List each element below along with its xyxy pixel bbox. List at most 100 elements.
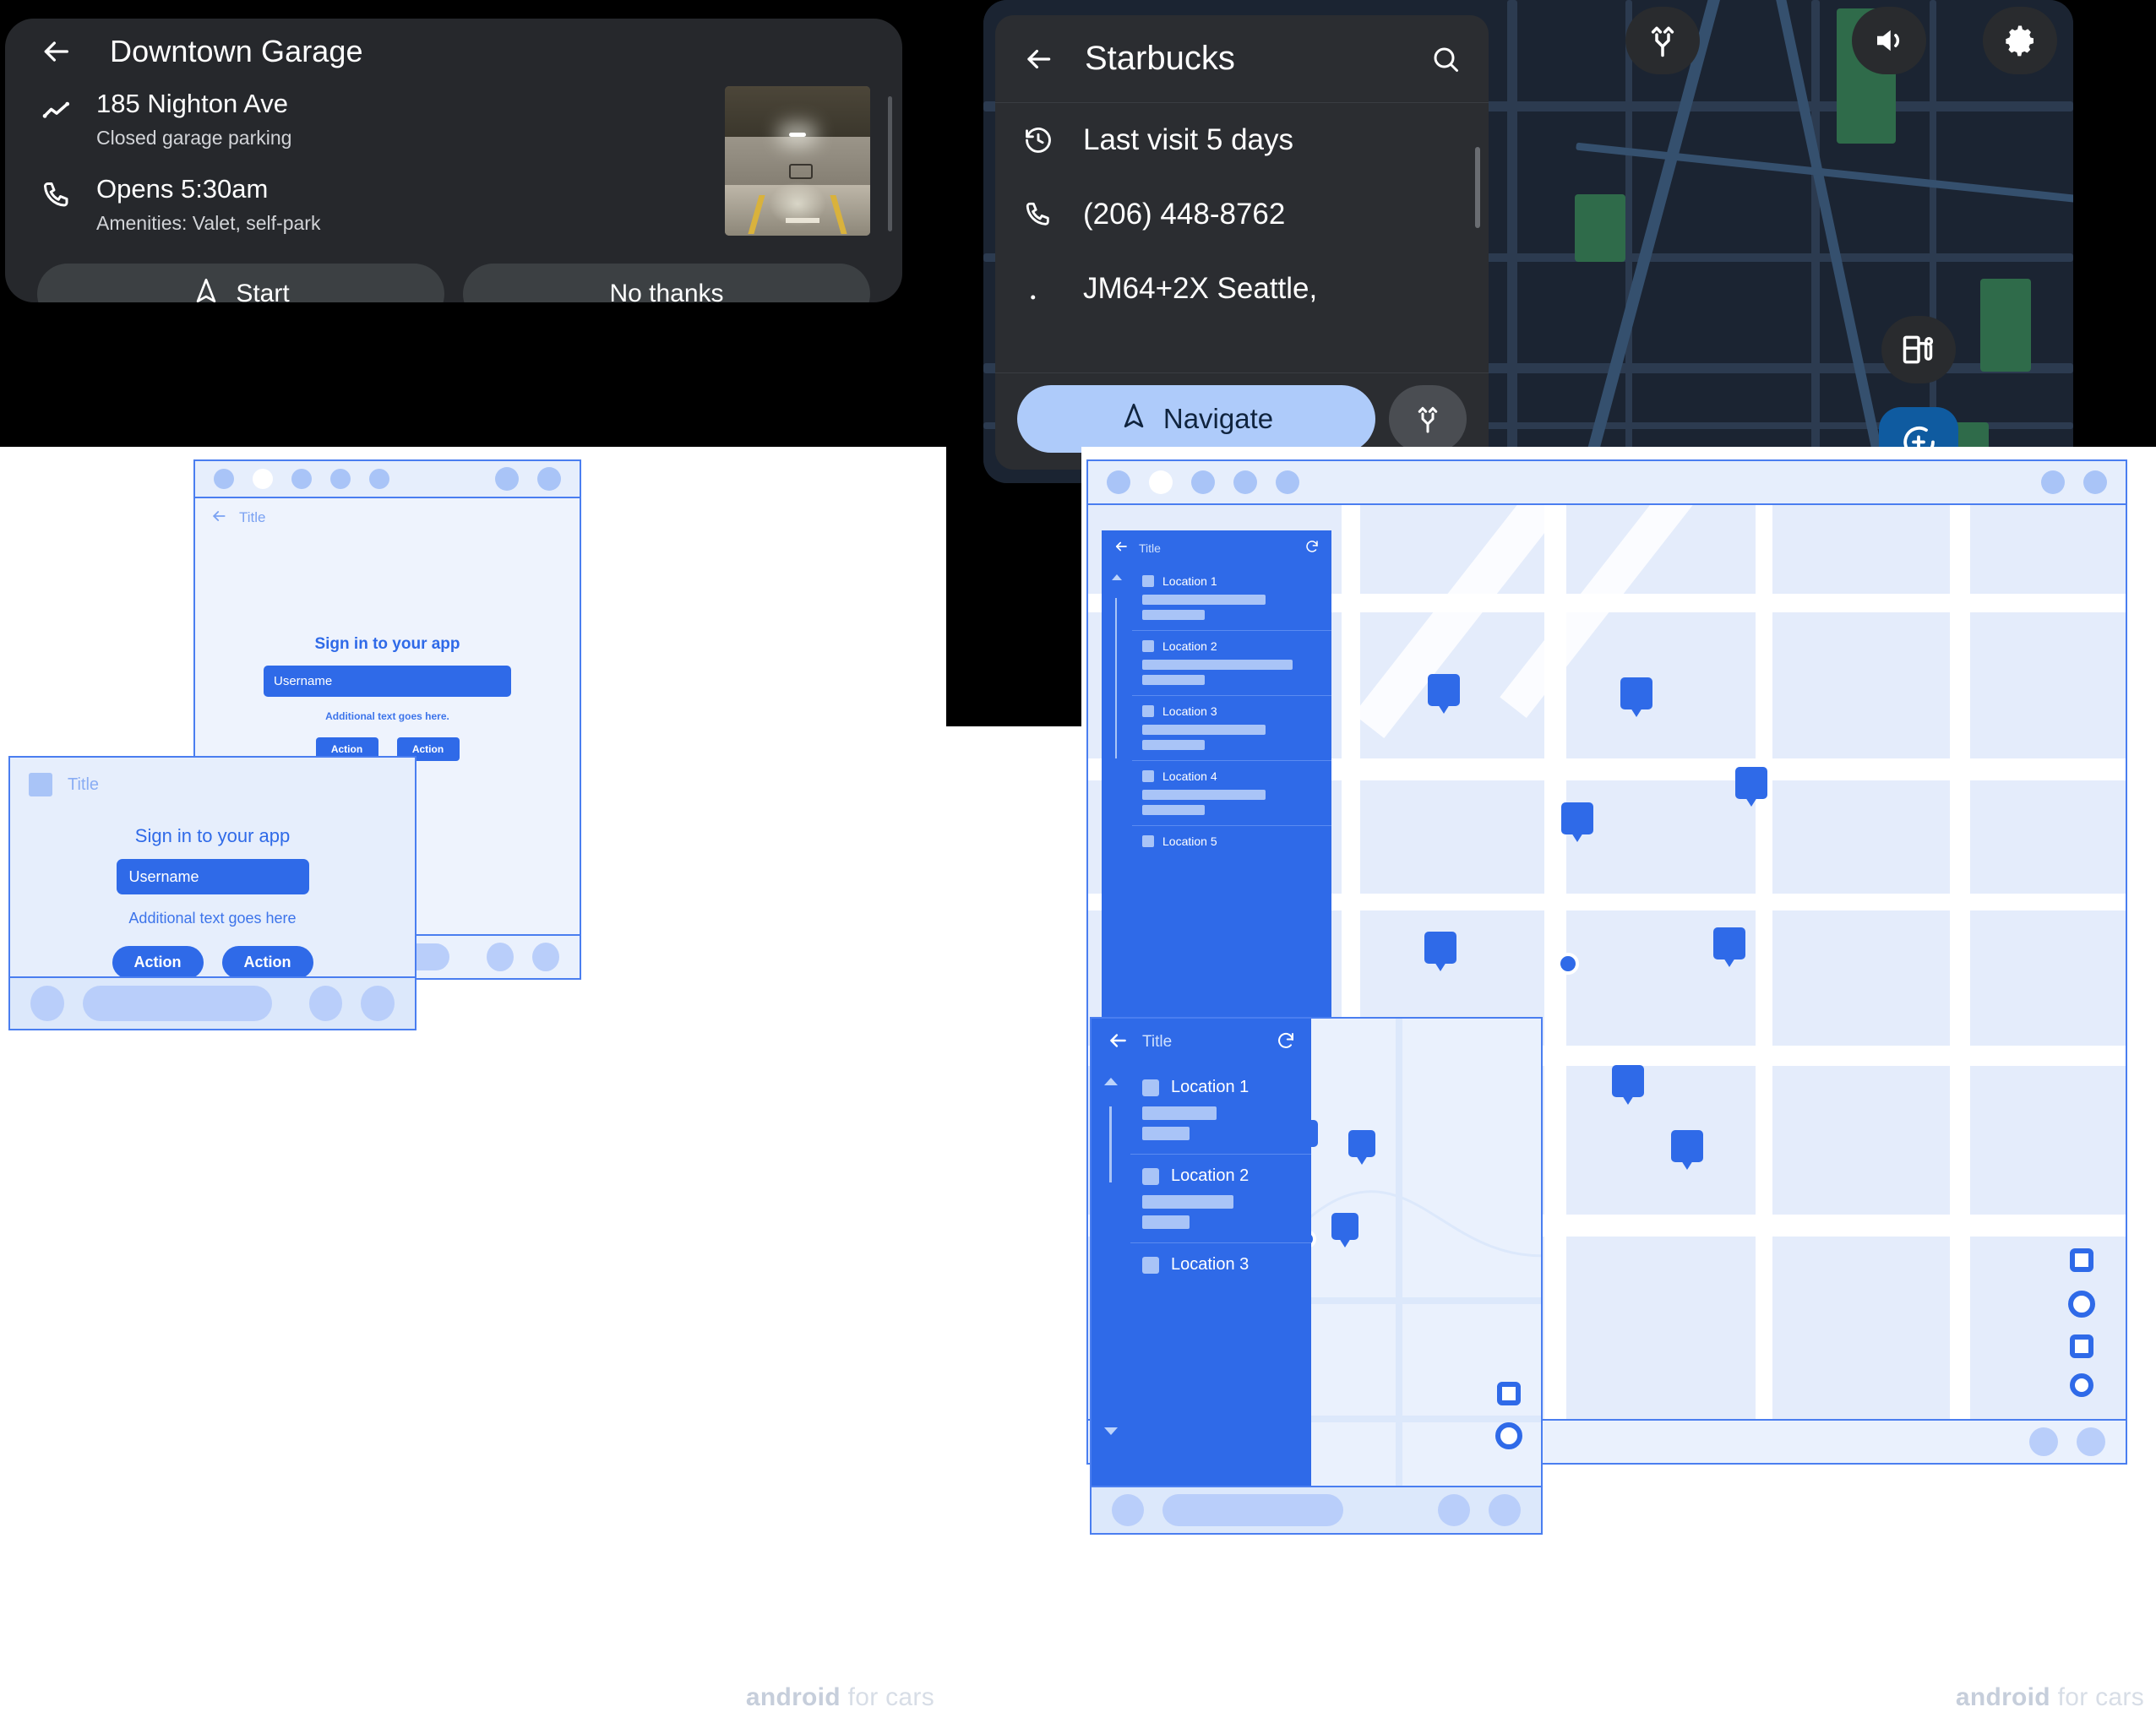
list-item[interactable]: Location 1	[1132, 566, 1331, 630]
map-marker[interactable]	[1620, 677, 1652, 709]
no-thanks-button[interactable]: No thanks	[463, 264, 870, 302]
list-item[interactable]: JM64+2X Seattle,	[1021, 252, 1463, 326]
wireframe-bottombar	[1092, 1486, 1541, 1533]
list-item[interactable]: Location 5	[1132, 825, 1331, 858]
map-marker[interactable]	[1424, 932, 1456, 964]
chrome-dot[interactable]	[1233, 470, 1257, 494]
map-marker[interactable]	[1735, 767, 1767, 799]
action-button-1[interactable]: Action	[112, 946, 204, 979]
username-input[interactable]: Username	[116, 859, 309, 894]
map-marker[interactable]	[1561, 802, 1593, 834]
chrome-dot[interactable]	[495, 467, 519, 491]
chevron-up-icon[interactable]	[1104, 1078, 1118, 1085]
signin-actions: Action Action	[10, 946, 415, 979]
list-item[interactable]: Location 4	[1132, 760, 1331, 825]
chrome-dot[interactable]	[291, 469, 312, 489]
nav-button[interactable]	[30, 986, 64, 1021]
chevron-up-icon[interactable]	[1112, 574, 1122, 580]
chrome-dot[interactable]	[1276, 470, 1299, 494]
pin-icon	[1021, 276, 1056, 302]
nav-button[interactable]	[361, 986, 395, 1021]
list-item[interactable]: (206) 448-8762	[1021, 177, 1463, 252]
wireframe-appbar: Title	[195, 498, 580, 537]
chrome-dot[interactable]	[2041, 470, 2065, 494]
location-label: Location 3	[1162, 704, 1217, 718]
locations-list: Title Location 1	[1102, 530, 1331, 1046]
nav-pill[interactable]	[1162, 1494, 1343, 1526]
map-control-circle[interactable]	[2070, 1373, 2093, 1397]
nav-button[interactable]	[2077, 1427, 2105, 1456]
search-input[interactable]: Starbucks	[1085, 40, 1428, 78]
chrome-dot[interactable]	[1191, 470, 1215, 494]
scrollbar[interactable]	[888, 96, 892, 231]
list-item[interactable]: Location 1	[1130, 1066, 1311, 1154]
chevron-down-icon[interactable]	[1104, 1427, 1118, 1435]
place-card-header: Downtown Garage	[5, 19, 902, 84]
nav-pill[interactable]	[82, 986, 272, 1021]
chrome-dot[interactable]	[537, 467, 561, 491]
nav-button[interactable]	[2029, 1427, 2058, 1456]
chrome-dot[interactable]	[369, 469, 389, 489]
nav-button[interactable]	[531, 943, 560, 971]
last-visit-label: Last visit 5 days	[1083, 123, 1293, 156]
nav-button[interactable]	[1112, 1494, 1144, 1526]
chrome-dot-active[interactable]	[1149, 470, 1173, 494]
action-button-2[interactable]: Action	[221, 946, 313, 979]
nav-button[interactable]	[308, 986, 343, 1021]
volume-icon[interactable]	[1852, 7, 1926, 74]
map-control-circle[interactable]	[2068, 1291, 2095, 1318]
list-item[interactable]: Last visit 5 days	[1021, 103, 1463, 177]
chrome-dot[interactable]	[330, 469, 351, 489]
list-item[interactable]: Location 2	[1132, 630, 1331, 695]
alt-route-icon[interactable]	[1625, 7, 1700, 74]
search-icon[interactable]	[1428, 44, 1463, 74]
map-marker[interactable]	[1671, 1130, 1703, 1162]
screenshot-root: Downtown Garage 185 Nighton Ave Closed g…	[0, 0, 2156, 1734]
list-item[interactable]: Location 2	[1130, 1154, 1311, 1242]
item-icon	[1142, 1256, 1159, 1274]
list-item[interactable]: Location 3	[1132, 695, 1331, 760]
scrollbar[interactable]	[1475, 147, 1480, 228]
map-control-circle[interactable]	[1495, 1422, 1522, 1449]
history-icon	[1021, 125, 1056, 155]
place-card-actions: Start No thanks	[5, 264, 902, 302]
place-amenities: Amenities: Valet, self-park	[96, 212, 321, 235]
arrow-left-icon[interactable]	[210, 508, 227, 529]
chrome-dot[interactable]	[2083, 470, 2107, 494]
map-control-square[interactable]	[2070, 1248, 2093, 1272]
map-marker[interactable]	[1612, 1065, 1644, 1097]
refresh-icon[interactable]	[1276, 1030, 1296, 1055]
list-item[interactable]: Location 3	[1130, 1242, 1311, 1288]
locations-list: Title Location 1	[1092, 1019, 1311, 1491]
list-title: Title	[1139, 541, 1161, 555]
chrome-dot[interactable]	[1107, 470, 1130, 494]
arrow-left-icon[interactable]	[1021, 43, 1056, 75]
map-control-square[interactable]	[1497, 1382, 1521, 1405]
arrow-left-icon[interactable]	[1113, 539, 1129, 558]
map-control-square[interactable]	[2070, 1334, 2093, 1358]
helper-text: Additional text goes here.	[325, 710, 449, 722]
arrow-left-icon[interactable]	[1107, 1030, 1129, 1056]
gear-icon[interactable]	[1983, 7, 2057, 74]
nav-button[interactable]	[1489, 1494, 1521, 1526]
chrome-dot-active[interactable]	[253, 469, 273, 489]
arrow-left-icon[interactable]	[37, 33, 74, 70]
map-marker[interactable]	[1713, 927, 1745, 959]
search-bar[interactable]: Starbucks	[995, 15, 1489, 103]
alt-route-button[interactable]	[1389, 385, 1467, 453]
start-button[interactable]: Start	[37, 264, 444, 302]
list-scroll-rail[interactable]	[1092, 1066, 1130, 1491]
nav-button[interactable]	[1438, 1494, 1470, 1526]
map-marker[interactable]	[1428, 674, 1460, 706]
navigate-button[interactable]: Navigate	[1017, 385, 1375, 453]
map-marker[interactable]	[1331, 1213, 1358, 1240]
map-marker[interactable]	[1348, 1130, 1375, 1157]
no-thanks-button-label: No thanks	[609, 280, 724, 302]
list-scroll-rail[interactable]	[1102, 566, 1132, 1046]
refresh-icon[interactable]	[1304, 539, 1320, 558]
location-label: Location 5	[1162, 834, 1217, 848]
username-input[interactable]: Username	[264, 666, 511, 697]
chrome-dot[interactable]	[214, 469, 234, 489]
nav-button[interactable]	[486, 943, 514, 971]
gas-station-icon[interactable]	[1881, 316, 1956, 383]
